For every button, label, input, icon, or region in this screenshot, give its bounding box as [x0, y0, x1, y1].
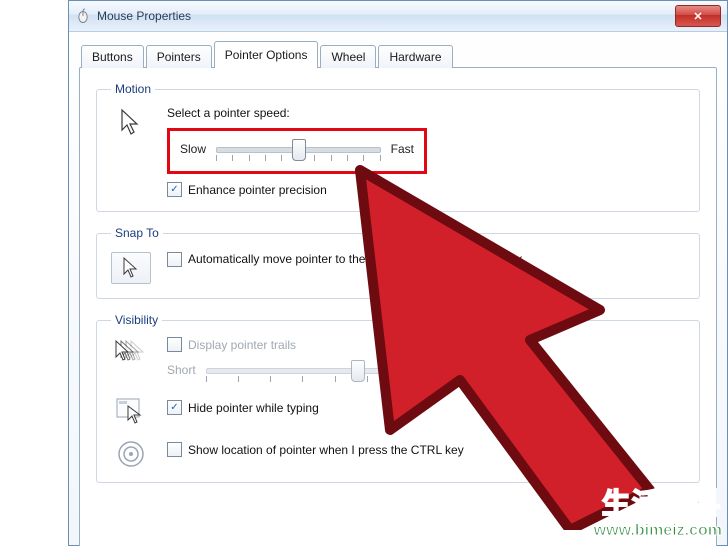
hide-typing-label: Hide pointer while typing [188, 401, 319, 415]
hide-typing-checkbox[interactable]: ✓ [167, 400, 182, 415]
group-motion-legend: Motion [111, 82, 155, 96]
tab-buttons[interactable]: Buttons [81, 45, 144, 68]
close-button[interactable]: ✕ [675, 5, 721, 27]
enhance-precision-checkbox[interactable]: ✓ [167, 182, 182, 197]
group-visibility: Visibility Display pointer tr [96, 313, 700, 483]
pointer-trails-slider [206, 358, 401, 382]
ctrl-locate-label: Show location of pointer when I press th… [188, 443, 464, 457]
slow-label: Slow [180, 142, 206, 156]
long-label: Long [410, 363, 437, 377]
group-snap-to-legend: Snap To [111, 226, 163, 240]
pointer-trails-label: Display pointer trails [188, 338, 296, 352]
pointer-speed-slider[interactable] [216, 137, 381, 161]
snap-to-checkbox[interactable] [167, 252, 182, 267]
snap-to-label: Automatically move pointer to the defaul… [188, 252, 522, 266]
snap-to-icon [111, 252, 151, 284]
fast-label: Fast [391, 142, 414, 156]
tab-pointers[interactable]: Pointers [146, 45, 212, 68]
pointer-trails-checkbox[interactable] [167, 337, 182, 352]
short-label: Short [167, 363, 196, 377]
ctrl-locate-checkbox[interactable] [167, 442, 182, 457]
pointer-speed-highlight-box: Slow Fast [167, 128, 427, 174]
pointer-speed-label: Select a pointer speed: [167, 106, 685, 120]
window-title: Mouse Properties [97, 9, 191, 23]
tab-strip: Buttons Pointers Pointer Options Wheel H… [81, 40, 717, 67]
pointer-speed-thumb[interactable] [292, 139, 306, 161]
enhance-precision-label: Enhance pointer precision [188, 183, 327, 197]
motion-cursor-icon [111, 106, 151, 138]
close-icon: ✕ [693, 10, 702, 23]
pointer-trails-icon [111, 337, 151, 369]
client-area: Buttons Pointers Pointer Options Wheel H… [69, 32, 727, 546]
mouse-properties-window: Mouse Properties ✕ Buttons Pointers Poin… [68, 0, 728, 546]
tab-hardware[interactable]: Hardware [378, 45, 452, 68]
ctrl-locate-icon [111, 438, 151, 468]
group-motion: Motion Select a pointer speed: Slow [96, 82, 700, 212]
tab-page-pointer-options: Motion Select a pointer speed: Slow [79, 67, 717, 546]
titlebar: Mouse Properties ✕ [69, 1, 727, 32]
mouse-icon [75, 8, 91, 24]
tab-wheel[interactable]: Wheel [320, 45, 376, 68]
tab-pointer-options[interactable]: Pointer Options [214, 41, 319, 68]
pointer-trails-thumb [351, 360, 365, 382]
group-visibility-legend: Visibility [111, 313, 162, 327]
group-snap-to: Snap To Automatically move pointer to th… [96, 226, 700, 299]
hide-typing-icon [111, 396, 151, 424]
